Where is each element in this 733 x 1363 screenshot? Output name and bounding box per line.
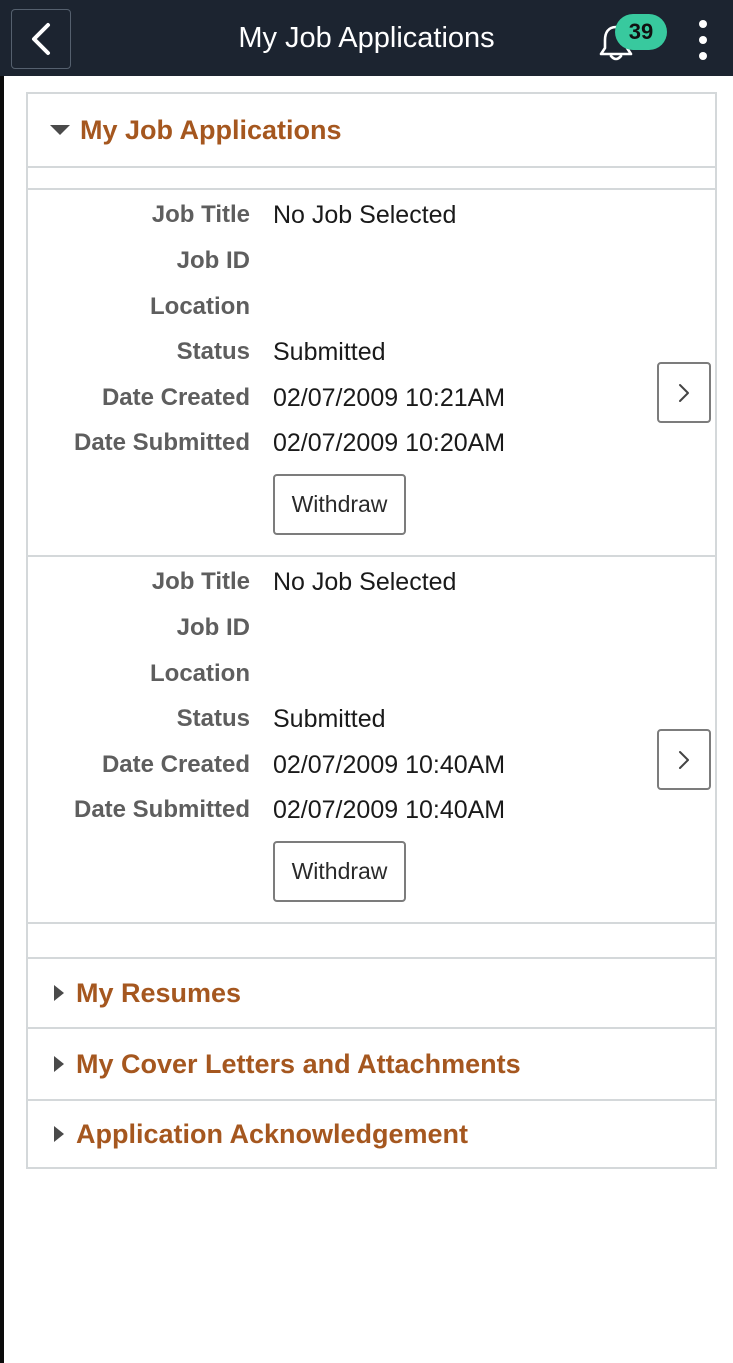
value-date-created: 02/07/2009 10:40AM <box>273 751 506 779</box>
label-job-id: Job ID <box>176 614 250 641</box>
section-title-cover-letters: My Cover Letters and Attachments <box>76 1048 521 1079</box>
caret-right-icon <box>54 1126 64 1142</box>
kebab-menu-icon[interactable] <box>690 18 716 62</box>
label-status: Status <box>176 705 250 732</box>
field-location: Location <box>28 657 715 691</box>
section-title-acknowledgement: Application Acknowledgement <box>76 1118 469 1149</box>
value-date-submitted: 02/07/2009 10:40AM <box>273 796 506 824</box>
field-status: Status Submitted <box>28 335 715 369</box>
value-job-title: No Job Selected <box>273 568 457 596</box>
left-edge-bar <box>0 76 4 1363</box>
label-date-created: Date Created <box>101 751 250 778</box>
field-job-id: Job ID <box>28 611 715 645</box>
withdraw-button[interactable]: Withdraw <box>273 841 406 902</box>
divider <box>28 922 715 924</box>
field-location: Location <box>28 290 715 324</box>
view-application-button[interactable] <box>657 362 711 423</box>
chevron-right-icon <box>679 750 689 769</box>
field-job-title: Job Title No Job Selected <box>28 198 715 232</box>
applications-panel: My Job Applications Job Title No Job Sel… <box>26 92 717 1169</box>
field-date-submitted: Date Submitted 02/07/2009 10:20AM <box>28 426 715 460</box>
app-header: My Job Applications 39 <box>0 0 733 76</box>
label-location: Location <box>150 660 250 687</box>
label-date-submitted: Date Submitted <box>73 796 250 823</box>
label-date-created: Date Created <box>101 384 250 411</box>
value-date-created: 02/07/2009 10:21AM <box>273 384 506 412</box>
value-date-submitted: 02/07/2009 10:20AM <box>273 429 506 457</box>
label-location: Location <box>150 293 250 320</box>
divider <box>28 166 715 168</box>
field-date-created: Date Created 02/07/2009 10:21AM <box>28 381 715 415</box>
caret-down-icon <box>50 125 70 135</box>
field-date-submitted: Date Submitted 02/07/2009 10:40AM <box>28 793 715 827</box>
value-job-title: No Job Selected <box>273 201 457 229</box>
section-title-resumes: My Resumes <box>76 977 242 1008</box>
label-status: Status <box>176 338 250 365</box>
withdraw-button[interactable]: Withdraw <box>273 474 406 535</box>
field-job-id: Job ID <box>28 244 715 278</box>
label-job-title: Job Title <box>151 568 250 595</box>
caret-right-icon <box>54 985 64 1001</box>
value-status: Submitted <box>273 338 386 366</box>
field-job-title: Job Title No Job Selected <box>28 565 715 599</box>
view-application-button[interactable] <box>657 729 711 790</box>
field-status: Status Submitted <box>28 702 715 736</box>
section-header-job-applications[interactable]: My Job Applications <box>28 94 715 166</box>
section-header-acknowledgement[interactable]: Application Acknowledgement <box>28 1101 715 1167</box>
caret-right-icon <box>54 1056 64 1072</box>
section-header-cover-letters[interactable]: My Cover Letters and Attachments <box>28 1029 715 1099</box>
label-job-id: Job ID <box>176 247 250 274</box>
divider <box>28 555 715 557</box>
field-date-created: Date Created 02/07/2009 10:40AM <box>28 748 715 782</box>
divider <box>28 188 715 190</box>
label-date-submitted: Date Submitted <box>73 429 250 456</box>
label-job-title: Job Title <box>151 201 250 228</box>
value-status: Submitted <box>273 705 386 733</box>
section-header-resumes[interactable]: My Resumes <box>28 959 715 1027</box>
chevron-right-icon <box>679 383 689 402</box>
section-title-job-applications: My Job Applications <box>80 114 342 145</box>
notification-count-badge[interactable]: 39 <box>615 14 667 50</box>
